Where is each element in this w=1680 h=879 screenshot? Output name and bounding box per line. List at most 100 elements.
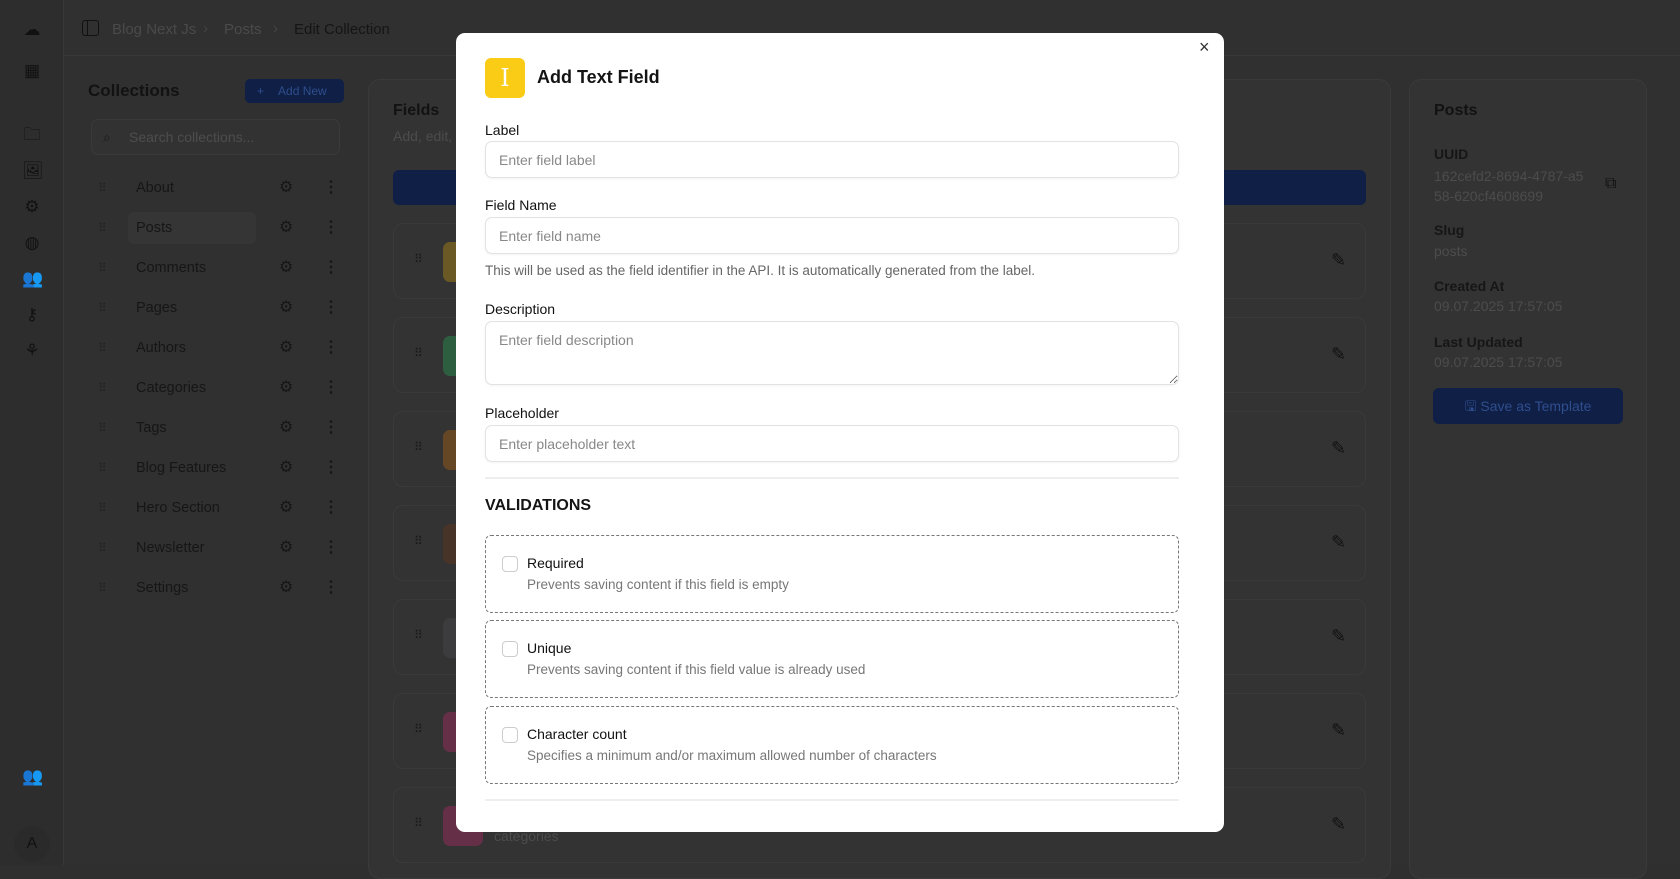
gear-icon[interactable]: ⚙ <box>279 532 293 564</box>
more-vertical-icon[interactable]: ⋮ <box>323 212 339 244</box>
validation-title: Required <box>527 555 584 571</box>
collection-item[interactable]: ⠿ Settings ⚙ ⋮ <box>92 572 342 604</box>
more-vertical-icon[interactable]: ⋮ <box>323 292 339 324</box>
collection-item[interactable]: ⠿ Pages ⚙ ⋮ <box>92 292 342 324</box>
save-template-button[interactable]: 🖫 Save as Template <box>1433 388 1623 424</box>
drag-handle-icon[interactable]: ⠿ <box>414 816 423 830</box>
gear-icon[interactable]: ⚙ <box>279 172 293 204</box>
image-icon[interactable]: 🖼 <box>22 161 44 181</box>
placeholder-input[interactable] <box>485 425 1179 462</box>
pencil-icon[interactable]: ✎ <box>1331 814 1346 835</box>
more-vertical-icon[interactable]: ⋮ <box>323 412 339 444</box>
drag-handle-icon[interactable]: ⠿ <box>98 332 107 364</box>
collection-item[interactable]: ⠿ Authors ⚙ ⋮ <box>92 332 342 364</box>
pencil-icon[interactable]: ✎ <box>1331 720 1346 741</box>
collection-label: Tags <box>136 420 167 436</box>
drag-handle-icon[interactable]: ⠿ <box>98 172 107 204</box>
team-icon[interactable]: 👥 <box>22 767 43 787</box>
search-placeholder: Search collections... <box>129 129 255 145</box>
copy-icon[interactable]: ⧉ <box>1605 175 1616 193</box>
icon-rail: ☁ ▦ 🗀 🖼 ⚙ ◍ 👥 ⚷ ⚘ 👥 A <box>0 0 64 865</box>
collection-item[interactable]: ⠿ Hero Section ⚙ ⋮ <box>92 492 342 524</box>
collection-label: Pages <box>136 300 178 316</box>
fields-title: Fields <box>393 102 440 119</box>
label-input[interactable] <box>485 141 1179 178</box>
gear-icon[interactable]: ⚙ <box>279 412 293 444</box>
pencil-icon[interactable]: ✎ <box>1331 438 1346 459</box>
logo-icon[interactable]: ☁ <box>22 20 42 40</box>
validation-required[interactable]: Required Prevents saving content if this… <box>485 535 1179 613</box>
gear-icon[interactable]: ⚙ <box>279 572 293 604</box>
collection-label: Categories <box>136 380 207 396</box>
collection-item[interactable]: ⠿ Tags ⚙ ⋮ <box>92 412 342 444</box>
drag-handle-icon[interactable]: ⠿ <box>98 372 107 404</box>
sidebar-toggle-icon[interactable] <box>82 20 99 36</box>
gear-icon[interactable]: ⚙ <box>279 452 293 484</box>
character-count-checkbox[interactable] <box>502 727 518 743</box>
dashboard-icon[interactable]: ▦ <box>22 61 42 81</box>
gear-icon[interactable]: ⚙ <box>279 332 293 364</box>
key-icon[interactable]: ⚷ <box>22 305 42 325</box>
users-icon[interactable]: 👥 <box>22 269 43 289</box>
validation-title: Character count <box>527 726 627 742</box>
gear-icon[interactable]: ⚙ <box>279 372 293 404</box>
collection-item[interactable]: ⠿ Posts ⚙ ⋮ <box>92 212 342 244</box>
more-vertical-icon[interactable]: ⋮ <box>323 492 339 524</box>
close-icon[interactable]: × <box>1199 37 1210 58</box>
gear-icon[interactable]: ⚙ <box>279 252 293 284</box>
collection-item[interactable]: ⠿ Newsletter ⚙ ⋮ <box>92 532 342 564</box>
validation-title: Unique <box>527 640 572 656</box>
more-vertical-icon[interactable]: ⋮ <box>323 252 339 284</box>
drag-handle-icon[interactable]: ⠿ <box>98 452 107 484</box>
drag-handle-icon[interactable]: ⠿ <box>98 572 107 604</box>
more-vertical-icon[interactable]: ⋮ <box>323 372 339 404</box>
more-vertical-icon[interactable]: ⋮ <box>323 452 339 484</box>
description-textarea[interactable] <box>485 321 1179 385</box>
more-vertical-icon[interactable]: ⋮ <box>323 332 339 364</box>
pencil-icon[interactable]: ✎ <box>1331 626 1346 647</box>
field-name-input[interactable] <box>485 217 1179 254</box>
drag-handle-icon[interactable]: ⠿ <box>98 292 107 324</box>
settings-icon[interactable]: ⚙ <box>22 197 42 217</box>
more-vertical-icon[interactable]: ⋮ <box>323 532 339 564</box>
drag-handle-icon[interactable]: ⠿ <box>98 252 107 284</box>
more-vertical-icon[interactable]: ⋮ <box>323 172 339 204</box>
gear-icon[interactable]: ⚙ <box>279 292 293 324</box>
add-new-button[interactable]: + Add New <box>245 79 344 103</box>
breadcrumb-posts[interactable]: Posts <box>224 21 262 38</box>
pencil-icon[interactable]: ✎ <box>1331 344 1346 365</box>
drag-handle-icon[interactable]: ⠿ <box>98 212 107 244</box>
uuid-label: UUID <box>1434 146 1469 162</box>
search-collections-input[interactable]: ⌕ Search collections... <box>91 119 340 155</box>
globe-icon[interactable]: ◍ <box>22 233 42 253</box>
collection-item[interactable]: ⠿ Categories ⚙ ⋮ <box>92 372 342 404</box>
drag-handle-icon[interactable]: ⠿ <box>414 346 423 360</box>
more-vertical-icon[interactable]: ⋮ <box>323 572 339 604</box>
folder-icon[interactable]: 🗀 <box>22 125 42 145</box>
pencil-icon[interactable]: ✎ <box>1331 250 1346 271</box>
gear-icon[interactable]: ⚙ <box>279 212 293 244</box>
drag-handle-icon[interactable]: ⠿ <box>98 412 107 444</box>
validation-unique[interactable]: Unique Prevents saving content if this f… <box>485 620 1179 698</box>
required-checkbox[interactable] <box>502 556 518 572</box>
avatar[interactable]: A <box>14 826 50 862</box>
collection-label: Authors <box>136 340 186 356</box>
gear-icon[interactable]: ⚙ <box>279 492 293 524</box>
drag-handle-icon[interactable]: ⠿ <box>414 252 423 266</box>
pencil-icon[interactable]: ✎ <box>1331 532 1346 553</box>
drag-handle-icon[interactable]: ⠿ <box>98 492 107 524</box>
drag-handle-icon[interactable]: ⠿ <box>98 532 107 564</box>
collection-item[interactable]: ⠿ Blog Features ⚙ ⋮ <box>92 452 342 484</box>
collection-label: Settings <box>136 580 189 596</box>
collection-item[interactable]: ⠿ Comments ⚙ ⋮ <box>92 252 342 284</box>
created-value: 09.07.2025 17:57:05 <box>1434 298 1563 314</box>
collection-item[interactable]: ⠿ About ⚙ ⋮ <box>92 172 342 204</box>
unique-checkbox[interactable] <box>502 641 518 657</box>
drag-handle-icon[interactable]: ⠿ <box>414 534 423 548</box>
webhook-icon[interactable]: ⚘ <box>22 341 42 361</box>
validation-character-count[interactable]: Character count Specifies a minimum and/… <box>485 706 1179 784</box>
drag-handle-icon[interactable]: ⠿ <box>414 628 423 642</box>
drag-handle-icon[interactable]: ⠿ <box>414 440 423 454</box>
drag-handle-icon[interactable]: ⠿ <box>414 722 423 736</box>
breadcrumb-project[interactable]: Blog Next Js <box>112 21 196 38</box>
